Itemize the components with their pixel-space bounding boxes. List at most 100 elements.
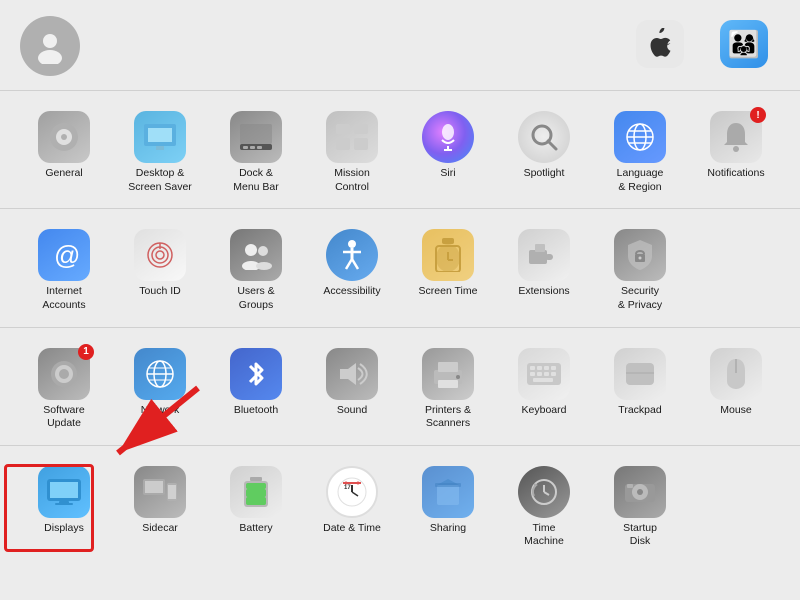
notifications-badge: ! [750, 107, 766, 123]
touch-id-label: Touch ID [139, 285, 180, 299]
family-sharing-button[interactable]: 👨‍👩‍👧 [708, 20, 780, 72]
general-label: General [45, 167, 82, 181]
item-screen-time[interactable]: Screen Time [400, 221, 496, 318]
spotlight-icon [518, 111, 570, 163]
date-time-label: Date & Time [323, 522, 381, 536]
sharing-icon [422, 466, 474, 518]
dock-menubar-icon [230, 111, 282, 163]
desktop-screensaver-label: Desktop &Screen Saver [128, 167, 192, 194]
accessibility-icon [326, 229, 378, 281]
item-siri[interactable]: Siri [400, 103, 496, 200]
keyboard-label: Keyboard [522, 404, 567, 418]
keyboard-icon [518, 348, 570, 400]
item-spotlight[interactable]: Spotlight [496, 103, 592, 200]
software-update-label: SoftwareUpdate [43, 404, 84, 431]
language-region-icon [614, 111, 666, 163]
extensions-label: Extensions [518, 285, 569, 299]
item-notifications[interactable]: ! Notifications [688, 103, 784, 200]
svg-text:@: @ [54, 240, 79, 270]
section-view-3: 1 SoftwareUpdate Network [0, 328, 800, 446]
network-icon [134, 348, 186, 400]
time-machine-icon [518, 466, 570, 518]
trackpad-icon [614, 348, 666, 400]
mouse-label: Mouse [720, 404, 752, 418]
header: 👨‍👩‍👧 [0, 0, 800, 91]
item-software-update[interactable]: 1 SoftwareUpdate [16, 340, 112, 437]
desktop-screensaver-icon [134, 111, 186, 163]
avatar[interactable] [20, 16, 80, 76]
header-right-actions: 👨‍👩‍👧 [624, 20, 780, 72]
date-time-icon: 17 [326, 466, 378, 518]
apple-id-button[interactable] [624, 20, 696, 72]
general-icon [38, 111, 90, 163]
apple-id-icon [636, 20, 684, 68]
network-label: Network [141, 404, 180, 418]
internet-accounts-icon: @ [38, 229, 90, 281]
svg-text:17: 17 [344, 485, 351, 491]
item-language-region[interactable]: Language& Region [592, 103, 688, 200]
item-date-time[interactable]: 17 Date & Time [304, 458, 400, 555]
section-view-1: General Desktop &Screen Saver Dock &Menu… [0, 91, 800, 209]
mouse-icon [710, 348, 762, 400]
startup-disk-icon [614, 466, 666, 518]
grid-2: @ InternetAccounts Touch ID [16, 221, 784, 318]
printers-scanners-label: Printers &Scanners [425, 404, 471, 431]
sound-label: Sound [337, 404, 367, 418]
item-users-groups[interactable]: Users &Groups [208, 221, 304, 318]
notifications-icon: ! [710, 111, 762, 163]
item-desktop-screensaver[interactable]: Desktop &Screen Saver [112, 103, 208, 200]
sharing-label: Sharing [430, 522, 466, 536]
battery-icon [230, 466, 282, 518]
section-view-2: @ InternetAccounts Touch ID [0, 209, 800, 327]
internet-accounts-label: InternetAccounts [42, 285, 85, 312]
item-mission-control[interactable]: MissionControl [304, 103, 400, 200]
item-keyboard[interactable]: Keyboard [496, 340, 592, 437]
item-general[interactable]: General [16, 103, 112, 200]
startup-disk-label: StartupDisk [623, 522, 657, 549]
security-privacy-label: Security& Privacy [618, 285, 662, 312]
item-mouse[interactable]: Mouse [688, 340, 784, 437]
dock-menubar-label: Dock &Menu Bar [233, 167, 279, 194]
siri-label: Siri [440, 167, 455, 181]
displays-icon [38, 466, 90, 518]
sidecar-icon [134, 466, 186, 518]
accessibility-label: Accessibility [323, 285, 380, 299]
profile-section[interactable] [20, 16, 94, 76]
item-startup-disk[interactable]: StartupDisk [592, 458, 688, 555]
avatar-icon [32, 28, 68, 64]
extensions-icon [518, 229, 570, 281]
item-accessibility[interactable]: Accessibility [304, 221, 400, 318]
grid-3: 1 SoftwareUpdate Network [16, 340, 784, 437]
item-internet-accounts[interactable]: @ InternetAccounts [16, 221, 112, 318]
grid-1: General Desktop &Screen Saver Dock &Menu… [16, 103, 784, 200]
item-battery[interactable]: Battery [208, 458, 304, 555]
item-time-machine[interactable]: TimeMachine [496, 458, 592, 555]
item-sharing[interactable]: Sharing [400, 458, 496, 555]
family-sharing-icon: 👨‍👩‍👧 [720, 20, 768, 68]
item-touch-id[interactable]: Touch ID [112, 221, 208, 318]
item-sound[interactable]: Sound [304, 340, 400, 437]
printers-scanners-icon [422, 348, 474, 400]
item-dock-menubar[interactable]: Dock &Menu Bar [208, 103, 304, 200]
item-extensions[interactable]: Extensions [496, 221, 592, 318]
battery-label: Battery [239, 522, 272, 536]
item-security-privacy[interactable]: Security& Privacy [592, 221, 688, 318]
item-trackpad[interactable]: Trackpad [592, 340, 688, 437]
security-privacy-icon [614, 229, 666, 281]
item-network[interactable]: Network [112, 340, 208, 437]
item-sidecar[interactable]: Sidecar [112, 458, 208, 555]
section-view-4: Displays Sidecar [0, 446, 800, 563]
bluetooth-label: Bluetooth [234, 404, 278, 418]
item-printers-scanners[interactable]: Printers &Scanners [400, 340, 496, 437]
mission-control-label: MissionControl [334, 167, 370, 194]
bluetooth-icon [230, 348, 282, 400]
users-groups-icon [230, 229, 282, 281]
item-bluetooth[interactable]: Bluetooth [208, 340, 304, 437]
language-region-label: Language& Region [617, 167, 664, 194]
spotlight-label: Spotlight [524, 167, 565, 181]
siri-icon [422, 111, 474, 163]
displays-label: Displays [44, 522, 84, 536]
item-displays[interactable]: Displays [16, 458, 112, 555]
screen-time-label: Screen Time [419, 285, 478, 299]
users-groups-label: Users &Groups [237, 285, 274, 312]
